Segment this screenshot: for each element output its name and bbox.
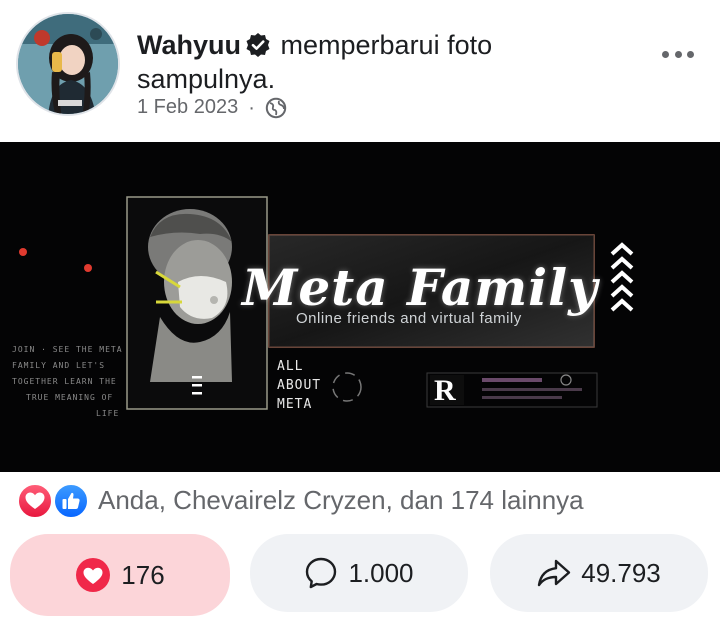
post-headline: Wahyuu memperbarui foto sampulnya. — [137, 28, 657, 96]
love-reaction-button[interactable]: 176 — [10, 534, 230, 616]
dot-icon — [674, 50, 682, 58]
share-icon — [537, 558, 571, 588]
post-actions: 176 1.000 49.793 — [10, 534, 710, 616]
comment-button[interactable]: 1.000 — [250, 534, 468, 612]
cover-side-line: ALL — [277, 359, 304, 374]
love-count: 176 — [121, 559, 165, 590]
share-button[interactable]: 49.793 — [490, 534, 708, 612]
author-name[interactable]: Wahyuu — [137, 30, 241, 60]
verified-badge-icon — [245, 32, 271, 58]
love-icon — [16, 482, 54, 520]
cover-small-line: FAMILY AND LET'S — [12, 361, 106, 370]
cover-small-line: TRUE MEANING OF — [26, 393, 114, 402]
comment-count: 1.000 — [348, 557, 414, 588]
love-icon — [75, 557, 111, 593]
reactions-summary[interactable]: Anda, Chevairelz Cryzen, dan 174 lainnya — [16, 482, 584, 520]
cover-small-line: LIFE — [96, 409, 120, 418]
cover-subtitle: Online friends and virtual family — [296, 310, 522, 327]
comment-icon — [304, 556, 338, 590]
globe-icon — [265, 97, 287, 119]
cover-side-text: ALL ABOUT META — [277, 357, 321, 414]
dot-icon — [662, 50, 669, 58]
cover-small-text: JOIN · SEE THE META FAMILY AND LET'S TOG… — [12, 342, 123, 422]
meta-separator: · — [248, 96, 255, 119]
cover-title: Meta Family — [242, 258, 599, 317]
post-action-text-cont: sampulnya. — [137, 64, 276, 94]
avatar-image — [18, 14, 118, 114]
cover-side-line: ABOUT — [277, 378, 322, 393]
post-meta: 1 Feb 2023 · — [137, 96, 287, 119]
cover-small-line: TOGETHER LEARN THE — [12, 377, 117, 386]
cover-badge-letter: R — [434, 374, 456, 407]
share-count: 49.793 — [581, 557, 661, 588]
post-action-text: memperbarui foto — [280, 30, 493, 60]
like-icon — [52, 482, 90, 520]
dot-icon — [687, 50, 694, 58]
avatar[interactable] — [16, 12, 120, 116]
more-options-button[interactable] — [660, 40, 696, 68]
post-header: Wahyuu memperbarui foto sampulnya. 1 Feb… — [0, 0, 720, 142]
post-date[interactable]: 1 Feb 2023 — [137, 96, 238, 119]
cover-small-line: JOIN · SEE THE META — [12, 345, 123, 354]
reactions-text: Anda, Chevairelz Cryzen, dan 174 lainnya — [98, 484, 584, 515]
cover-photo[interactable]: JOIN · SEE THE META FAMILY AND LET'S TOG… — [0, 142, 720, 472]
cover-side-line: META — [277, 397, 313, 412]
reaction-icons — [16, 482, 92, 520]
